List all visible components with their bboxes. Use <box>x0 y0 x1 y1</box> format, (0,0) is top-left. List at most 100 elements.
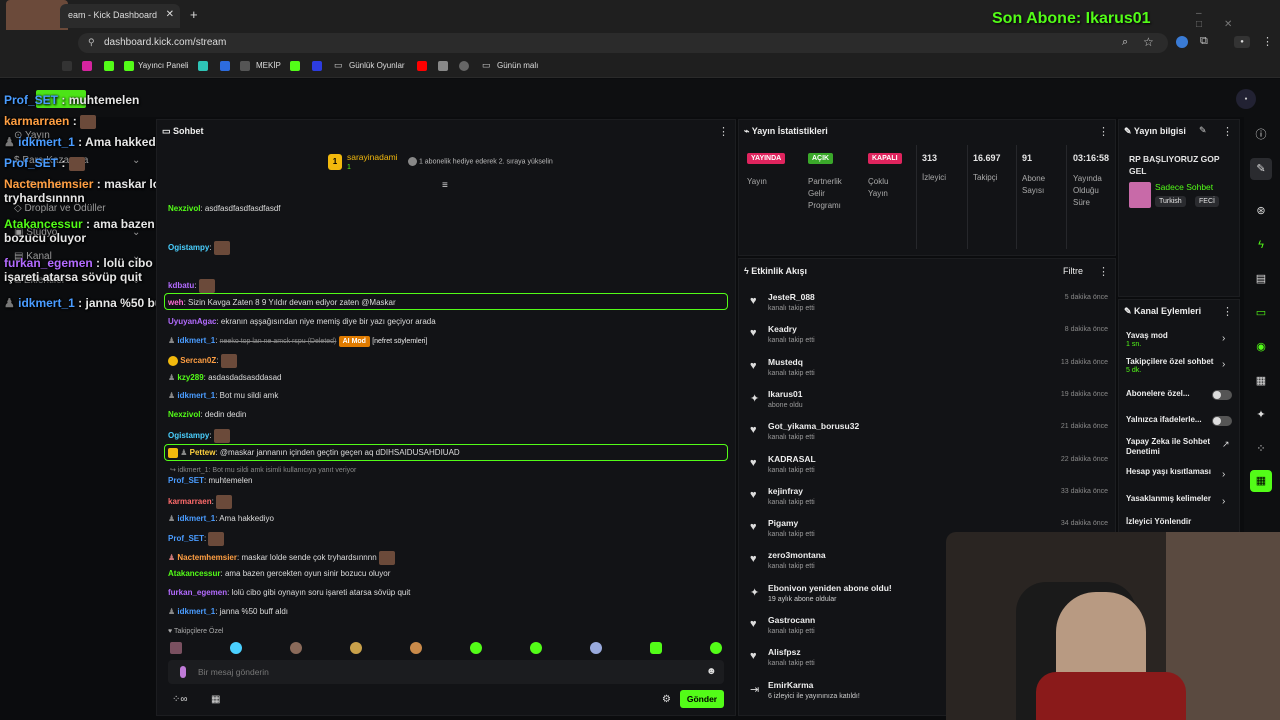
channel-action-item[interactable]: Yavaş mod 1 sn. › <box>1126 331 1234 353</box>
star-icon[interactable]: ☆ <box>1143 35 1154 49</box>
profile-icon[interactable]: ● <box>1234 36 1250 48</box>
chat-username[interactable]: Prof_SET <box>168 476 204 485</box>
zoom-icon[interactable]: ⌕ <box>1122 36 1128 49</box>
stream-tag[interactable]: FECİ <box>1195 196 1219 207</box>
activity-event[interactable]: ♥ JesteR_088 kanalı takip etti 5 dakika önc… <box>744 290 1114 322</box>
puzzle-icon[interactable]: ⧉ <box>1200 35 1208 48</box>
user-avatar[interactable]: ● <box>1236 89 1256 109</box>
bookmark-icon[interactable] <box>220 61 230 71</box>
toggle-switch[interactable] <box>1212 390 1232 400</box>
chat-username[interactable]: idkmert_1 <box>177 607 215 616</box>
store-icon[interactable]: ▦ <box>211 694 220 705</box>
emoji-icon[interactable]: ☻ <box>706 666 717 677</box>
mic-icon[interactable] <box>180 666 186 678</box>
edit-icon[interactable]: ✎ <box>1250 158 1272 180</box>
bookmark-icon[interactable] <box>240 61 250 71</box>
emote-button[interactable] <box>410 642 422 654</box>
channel-actions-menu-icon[interactable]: ⋮ <box>1222 305 1233 318</box>
activity-filter-button[interactable]: Filtre <box>1063 266 1083 276</box>
site-info-icon[interactable]: ⚲ <box>88 37 95 48</box>
info-menu-icon[interactable]: ⋮ <box>1222 125 1233 138</box>
wrench-icon[interactable]: ✦ <box>1250 404 1272 426</box>
chat-username[interactable]: Pettew <box>190 448 216 457</box>
channel-action-item[interactable]: Yalnızca ifadelerle... <box>1126 415 1234 437</box>
activity-event[interactable]: ♥ Mustedq kanalı takip etti 13 dakika önce <box>744 355 1114 387</box>
emote-button[interactable] <box>230 642 242 654</box>
activity-event[interactable]: ♥ KADRASAL kanalı takip etti 22 dakika önce <box>744 452 1114 484</box>
bookmark-gunluk-oyunlar[interactable]: Günlük Oyunlar <box>349 61 405 70</box>
chat-username[interactable]: Atakancessur <box>168 569 220 578</box>
bolt-icon[interactable]: ϟ <box>1250 234 1272 256</box>
chat-username[interactable]: karmarraen <box>168 497 212 506</box>
youtube-bookmark-icon[interactable] <box>417 61 427 71</box>
kick-bookmark-icon-3[interactable] <box>290 61 300 71</box>
emote-button[interactable] <box>350 642 362 654</box>
chat-username[interactable]: Ogistampy <box>168 243 209 252</box>
chat-username[interactable]: Ogistampy <box>168 431 209 440</box>
calculator-icon[interactable]: ▦ <box>1250 470 1272 492</box>
browser-tab[interactable]: eam - Kick Dashboard ✕ <box>60 4 180 28</box>
chat-username[interactable]: UyuyanAgac <box>168 317 216 326</box>
bookmark-icon[interactable] <box>438 61 448 71</box>
pinned-expand-icon[interactable]: ≡ <box>442 180 448 191</box>
channel-action-item[interactable]: Yapay Zeka ile Sohbet Denetimi ↗ <box>1126 437 1234 459</box>
edit-icon[interactable]: ✎ <box>1199 125 1207 136</box>
instagram-bookmark-icon[interactable] <box>82 61 92 71</box>
url-text[interactable]: dashboard.kick.com/stream <box>104 37 226 48</box>
emote-button[interactable] <box>590 642 602 654</box>
chat-username[interactable]: Sercan0Z <box>180 356 216 365</box>
info-icon[interactable]: ⓘ <box>1250 124 1272 146</box>
kick-bookmark-icon[interactable] <box>104 61 114 71</box>
new-tab-icon[interactable]: + <box>190 7 198 22</box>
channel-action-item[interactable]: Yasaklanmış kelimeler › <box>1126 494 1234 516</box>
chat-username[interactable]: weh <box>168 298 184 307</box>
chat-username[interactable]: idkmert_1 <box>177 336 215 345</box>
chat-username[interactable]: Nactemhemsier <box>177 553 237 562</box>
chat-username[interactable]: kdbatu <box>168 281 194 290</box>
activity-event[interactable]: ♥ Keadry kanalı takip etti 8 dakika önce <box>744 322 1114 354</box>
chat-username[interactable]: Nexzivol <box>168 204 200 213</box>
chat-username[interactable]: idkmert_1 <box>177 391 215 400</box>
broadcast-icon[interactable]: ◉ <box>1250 336 1272 358</box>
language-tag[interactable]: Turkish <box>1155 196 1186 207</box>
url-box[interactable] <box>78 33 1168 53</box>
emote-button[interactable] <box>530 642 542 654</box>
send-button[interactable]: Gönder <box>680 690 724 708</box>
activity-event[interactable]: ♥ kejinfray kanalı takip etti 33 dakika önc… <box>744 484 1114 516</box>
menu-icon[interactable]: ⋮ <box>1262 35 1273 48</box>
bookmark-yayinci-paneli[interactable]: Yayıncı Paneli <box>138 61 189 70</box>
emote-button[interactable] <box>710 642 722 654</box>
chat-username[interactable]: Nexzivol <box>168 410 200 419</box>
extension-icon[interactable] <box>1176 36 1188 48</box>
chat-menu-icon[interactable]: ⋮ <box>718 125 729 138</box>
emote-button[interactable] <box>290 642 302 654</box>
category-name[interactable]: Sadece Sohbet <box>1155 182 1213 192</box>
list-icon[interactable]: ▤ <box>1250 268 1272 290</box>
bookmark-icon[interactable] <box>198 61 208 71</box>
close-icon[interactable]: ✕ <box>166 9 174 20</box>
folder-icon[interactable]: ▭ <box>334 60 343 71</box>
toggle-switch[interactable] <box>1212 416 1232 426</box>
emote-button[interactable] <box>170 642 182 654</box>
channel-action-item[interactable]: Takipçilere özel sohbet 5 dk. › <box>1126 357 1234 379</box>
kick-bookmark-icon-2[interactable] <box>124 61 134 71</box>
channel-action-item[interactable]: Hesap yaşı kısıtlaması › <box>1126 467 1234 489</box>
chat-username[interactable]: Prof_SET <box>168 534 204 543</box>
activity-menu-icon[interactable]: ⋮ <box>1098 265 1109 278</box>
chat-icon[interactable]: ▭ <box>1250 302 1272 324</box>
stats-menu-icon[interactable]: ⋮ <box>1098 125 1109 138</box>
emote-button[interactable] <box>470 642 482 654</box>
window-controls[interactable]: –□✕ <box>1196 8 1280 30</box>
chat-username[interactable]: idkmert_1 <box>177 514 215 523</box>
chat-username[interactable]: kzy289 <box>177 373 203 382</box>
store-icon[interactable]: ▦ <box>1250 370 1272 392</box>
channel-action-item[interactable]: Abonelere özel... <box>1126 389 1234 411</box>
folder-icon[interactable]: ▭ <box>482 60 491 71</box>
bookmark-icon[interactable] <box>312 61 322 71</box>
activity-event[interactable]: ✦ Ikarus01 abone oldu 19 dakika önce <box>744 387 1114 419</box>
activity-event[interactable]: ♥ Got_yikama_borusu32 kanalı takip etti 21 … <box>744 419 1114 451</box>
bookmark-gunun-mali[interactable]: Günün malı <box>497 61 538 70</box>
chat-username[interactable]: furkan_egemen <box>168 588 227 597</box>
bookmark-icon[interactable] <box>459 61 469 71</box>
target-icon[interactable]: ⊛ <box>1250 200 1272 222</box>
